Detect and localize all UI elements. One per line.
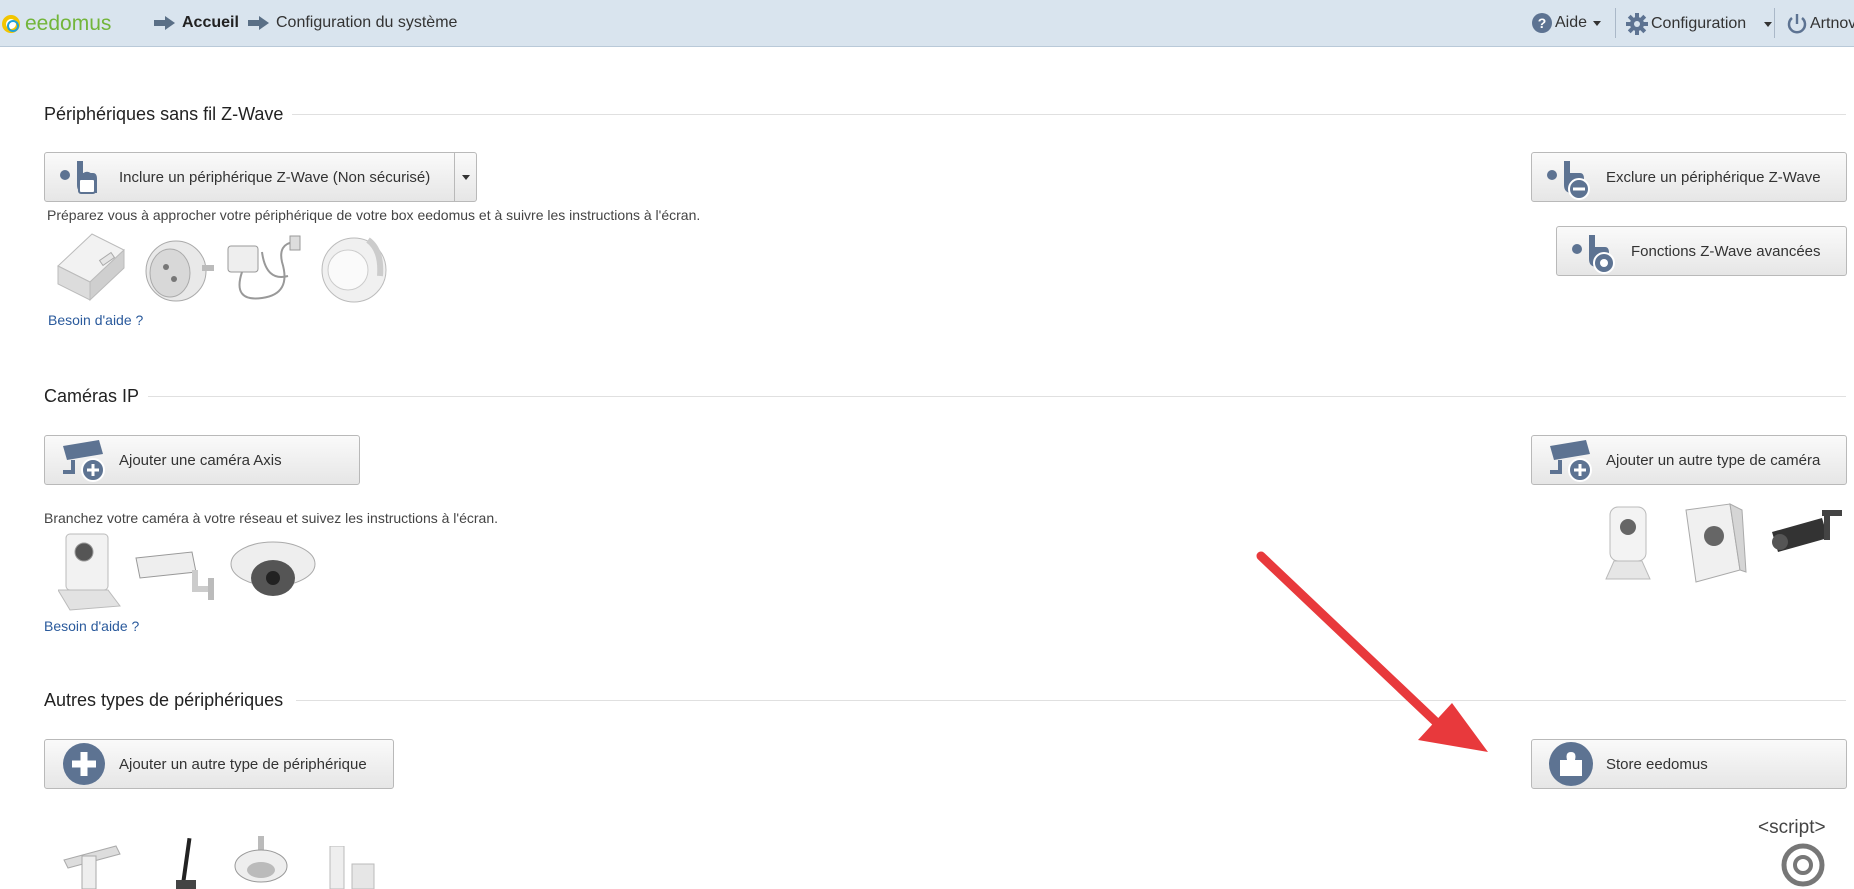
script-label: <script> [1758,817,1826,838]
help-menu[interactable]: ? Aide [1532,13,1602,33]
zwave-settings-icon [1572,235,1615,274]
gear-icon [1626,13,1648,35]
power-adapter-image [227,235,301,300]
zwave-exclude-icon [1547,161,1590,200]
add-circle-icon [63,743,105,785]
add-axis-camera-button[interactable]: Ajouter une caméra Axis [44,435,360,485]
include-zwave-label: Inclure un périphérique Z-Wave (Non sécu… [119,168,431,186]
camera-add-icon [1550,440,1592,482]
zwave-help-link[interactable]: Besoin d'aide ? [48,312,143,328]
rain-gauge-image [234,836,288,883]
motion-sensor-image [321,237,387,303]
top-navigation-bar: eedomus Accueil Configuration du système… [0,0,1854,47]
include-options-dropdown[interactable] [454,153,476,201]
antenna-image [176,838,196,889]
bullet-camera-image [135,551,214,600]
chevron-down-icon [1593,20,1602,26]
zwave-help-text: Préparez vous à approcher votre périphér… [47,207,701,223]
user-menu[interactable]: Artnov [1786,13,1854,35]
dome-camera-image [230,541,316,596]
script-plugin-icon[interactable] [1781,843,1825,887]
advanced-zwave-button[interactable]: Fonctions Z-Wave avancées [1556,226,1847,276]
store-eedomus-label: Store eedomus [1606,755,1708,773]
add-other-camera-button[interactable]: Ajouter un autre type de caméra [1531,435,1847,485]
logo-text: eedomus [25,12,112,35]
exclude-zwave-label: Exclure un périphérique Z-Wave [1606,168,1821,186]
weather-vane-image [63,845,121,889]
configuration-menu-label: Configuration [1651,15,1747,32]
logo-ring-icon [2,15,20,33]
smart-plug-image [145,240,214,302]
store-eedomus-button[interactable]: Store eedomus [1531,739,1847,789]
configuration-menu[interactable]: Configuration [1626,13,1773,35]
menu-divider [1615,8,1616,38]
help-icon: ? [1532,13,1552,33]
camera-add-icon [63,440,105,482]
cube-camera-image [58,533,121,611]
chevron-down-icon [461,174,470,180]
others-section-title: Autres types de périphériques [44,690,284,710]
zwave-section-title: Périphériques sans fil Z-Wave [44,104,284,124]
sensor-post-image [329,846,375,889]
puzzle-icon [1549,742,1593,786]
advanced-zwave-label: Fonctions Z-Wave avancées [1631,242,1821,260]
include-zwave-button[interactable]: Inclure un périphérique Z-Wave (Non sécu… [44,152,477,202]
add-axis-camera-label: Ajouter une caméra Axis [119,451,282,469]
breadcrumb-label: Accueil [182,14,239,31]
breadcrumb-accueil[interactable]: Accueil [154,14,239,32]
cameras-section-title: Caméras IP [44,386,140,406]
exclude-zwave-button[interactable]: Exclure un périphérique Z-Wave [1531,152,1847,202]
eedomus-logo[interactable]: eedomus [2,12,111,36]
cameras-help-link[interactable]: Besoin d'aide ? [44,618,139,634]
arrow-right-icon [248,16,270,30]
menu-divider [1774,8,1775,38]
power-icon [1787,14,1807,34]
breadcrumb-configuration[interactable]: Configuration du système [248,14,457,32]
user-menu-label: Artnov [1810,15,1854,32]
outdoor-camera-image [1772,510,1842,552]
cameras-help-text: Branchez votre caméra à votre réseau et … [44,510,498,526]
breadcrumb-label: Configuration du système [276,14,458,31]
section-divider [296,700,1846,701]
arrow-right-icon [154,16,176,30]
indoor-camera-image [1605,506,1651,580]
section-divider [148,396,1846,397]
section-divider [292,114,1846,115]
add-other-device-button[interactable]: Ajouter un autre type de périphérique [44,739,394,789]
help-menu-label: Aide [1555,14,1588,31]
add-other-device-label: Ajouter un autre type de périphérique [119,755,367,773]
add-other-camera-label: Ajouter un autre type de caméra [1606,451,1821,469]
box-camera-image [1685,503,1747,583]
door-sensor-image [57,233,125,302]
chevron-down-icon [1764,21,1773,27]
zwave-include-icon [60,161,97,194]
